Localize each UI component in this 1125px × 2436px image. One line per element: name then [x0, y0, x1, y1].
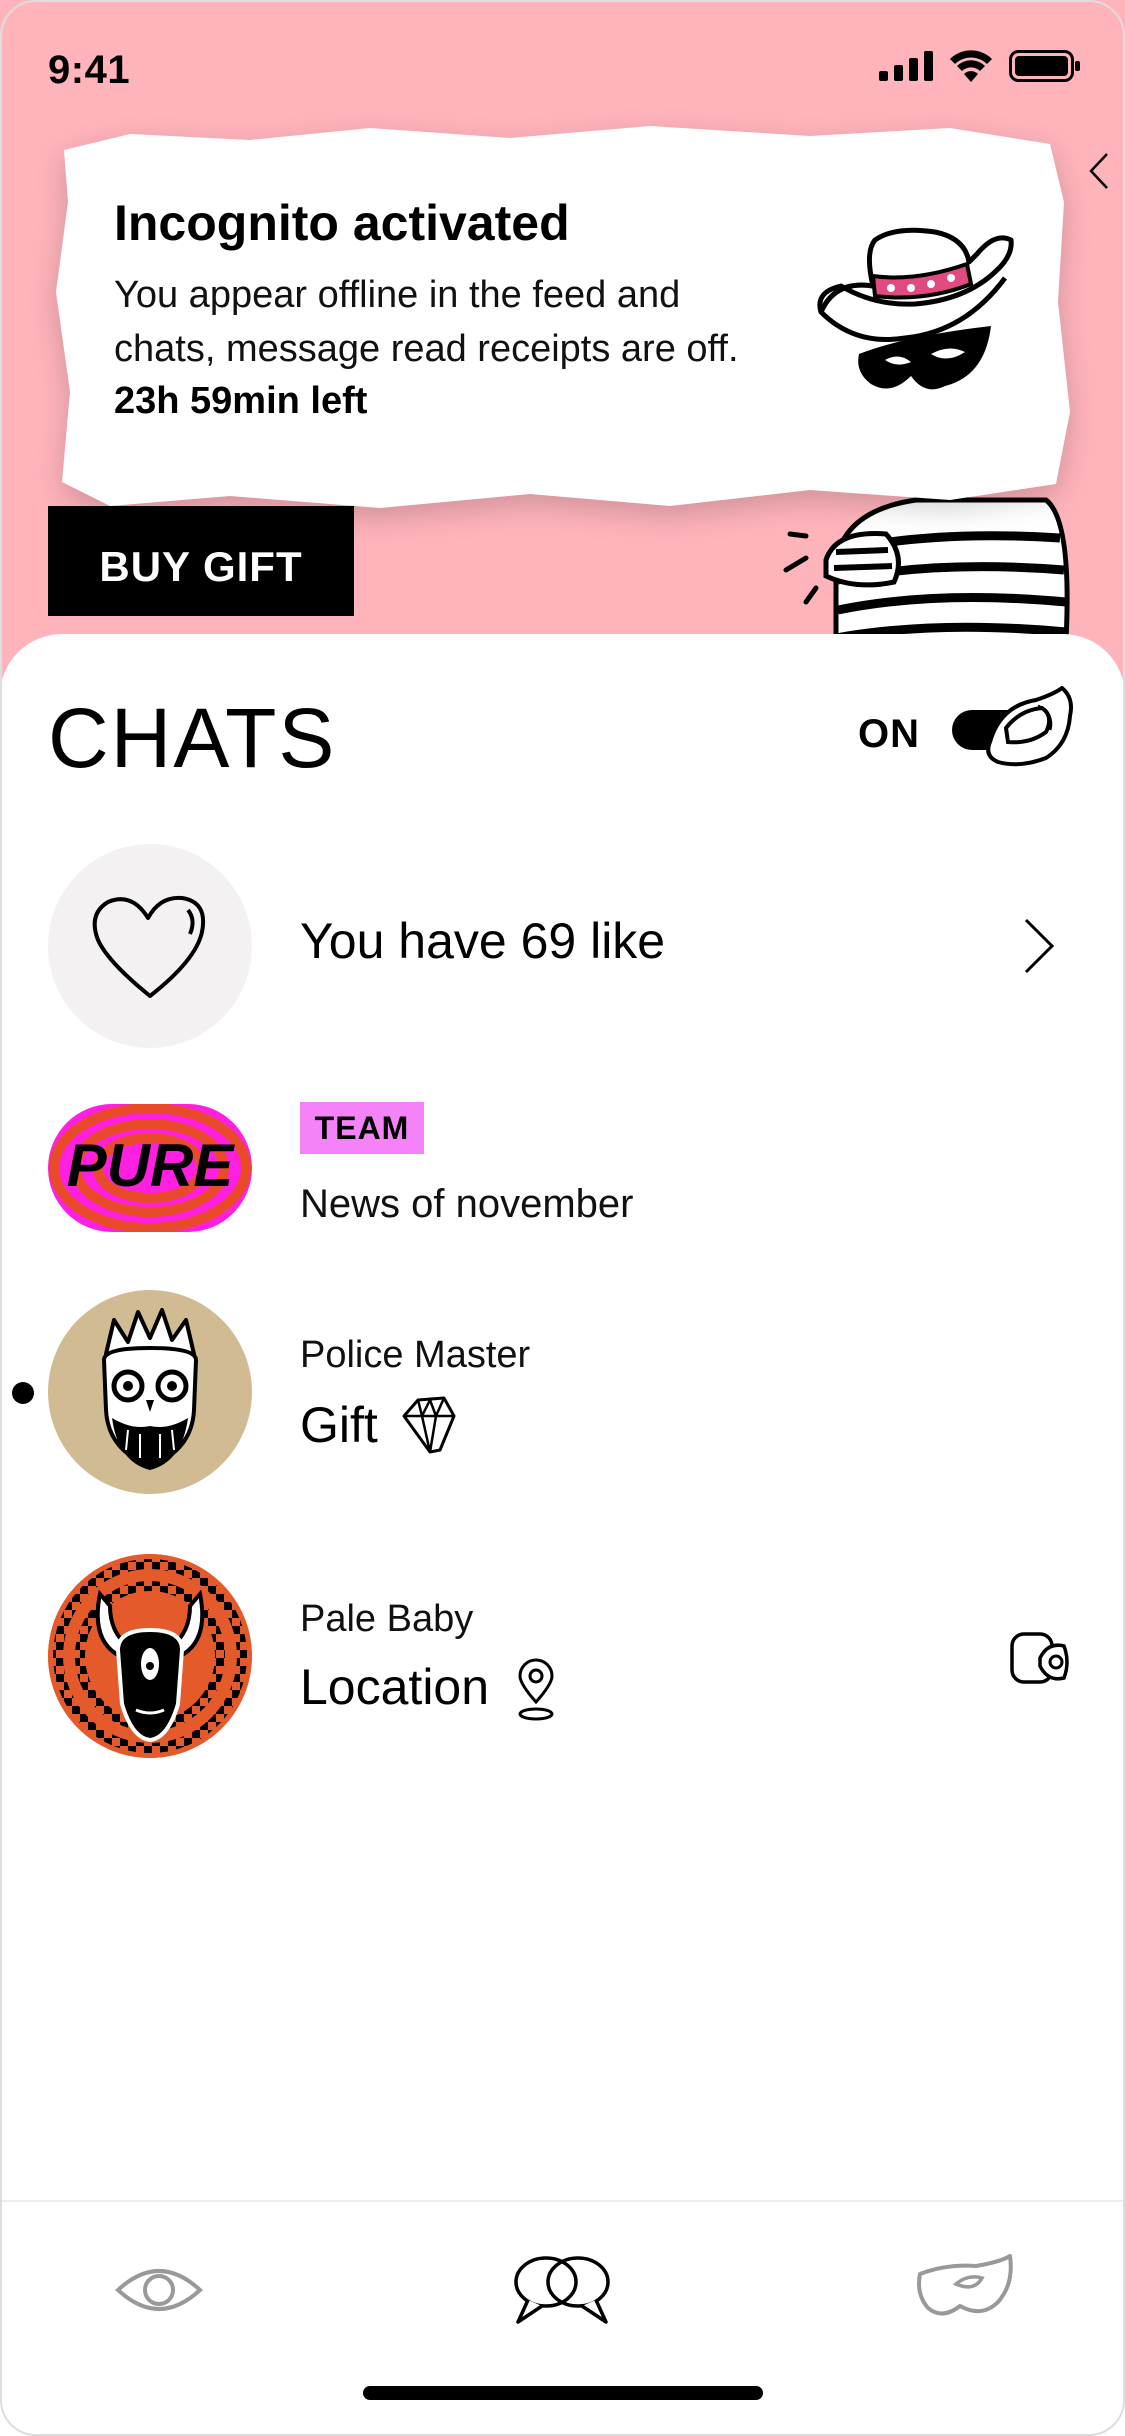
chat-message-preview: News of november	[300, 1182, 634, 1226]
wifi-icon	[950, 50, 992, 82]
eye-icon[interactable]	[114, 2262, 204, 2318]
toast-title: Incognito activated	[114, 195, 570, 251]
pure-avatar: PURE	[48, 1104, 252, 1232]
team-badge: TEAM	[300, 1102, 424, 1154]
mask-icon[interactable]	[916, 2254, 1014, 2320]
incognito-toggle-label: ON	[858, 712, 920, 756]
chat-row-team[interactable]: PURE TEAM News of november	[0, 1102, 1125, 1236]
skull-king-illustration	[101, 1308, 199, 1470]
incognito-mini-icon	[1010, 1632, 1069, 1684]
cowboy-hat-mask-icon	[817, 227, 1014, 390]
likes-row[interactable]: You have 69 like	[0, 844, 1125, 1050]
chat-sender-name: Police Master	[300, 1334, 531, 1376]
chat-message-preview: Location	[300, 1659, 490, 1715]
incognito-toggle[interactable]	[950, 686, 1076, 770]
screen: 9:41 BUY GIFT Incognito activated You ap…	[0, 0, 1125, 2436]
chat-row-pale-baby[interactable]: Pale Baby Location	[0, 1554, 1125, 1760]
toast-time-left: 23h 59min left	[114, 380, 368, 422]
heart-icon	[92, 895, 205, 998]
unread-dot	[12, 1382, 34, 1404]
signal-icon	[879, 51, 933, 81]
chat-row-police-master[interactable]: Police Master Gift	[0, 1290, 1125, 1496]
location-pin-icon	[518, 1658, 554, 1721]
chat-message-preview: Gift	[300, 1397, 378, 1453]
likes-text: You have 69 like	[300, 913, 666, 969]
likes-avatar	[48, 844, 252, 1048]
back-chevron-icon[interactable]	[1085, 150, 1111, 192]
chat-sender-name: Pale Baby	[300, 1598, 474, 1640]
buy-gift-button[interactable]: BUY GIFT	[48, 506, 354, 616]
tab-bar	[0, 2200, 1125, 2436]
status-icons	[879, 50, 1081, 82]
police-master-avatar	[48, 1290, 252, 1494]
battery-icon	[1009, 50, 1080, 82]
diamond-icon	[402, 1396, 456, 1454]
chats-title: CHATS	[48, 691, 337, 785]
pale-baby-avatar	[48, 1554, 252, 1758]
home-indicator	[363, 2386, 763, 2400]
toast-message: You appear offline in the feed and chats…	[114, 274, 739, 370]
pure-avatar-text: PURE	[67, 1132, 236, 1199]
striped-mascot-illustration	[783, 497, 1070, 640]
chats-sheet: CHATS ON You have 69 like PURE TEAM News…	[0, 634, 1125, 2436]
horned-demon-illustration	[48, 1554, 252, 1758]
status-time: 9:41	[48, 48, 131, 92]
chat-bubbles-icon[interactable]	[512, 2252, 612, 2326]
incognito-toast[interactable]: Incognito activated You appear offline i…	[50, 122, 1075, 512]
chevron-right-icon	[1024, 918, 1055, 974]
